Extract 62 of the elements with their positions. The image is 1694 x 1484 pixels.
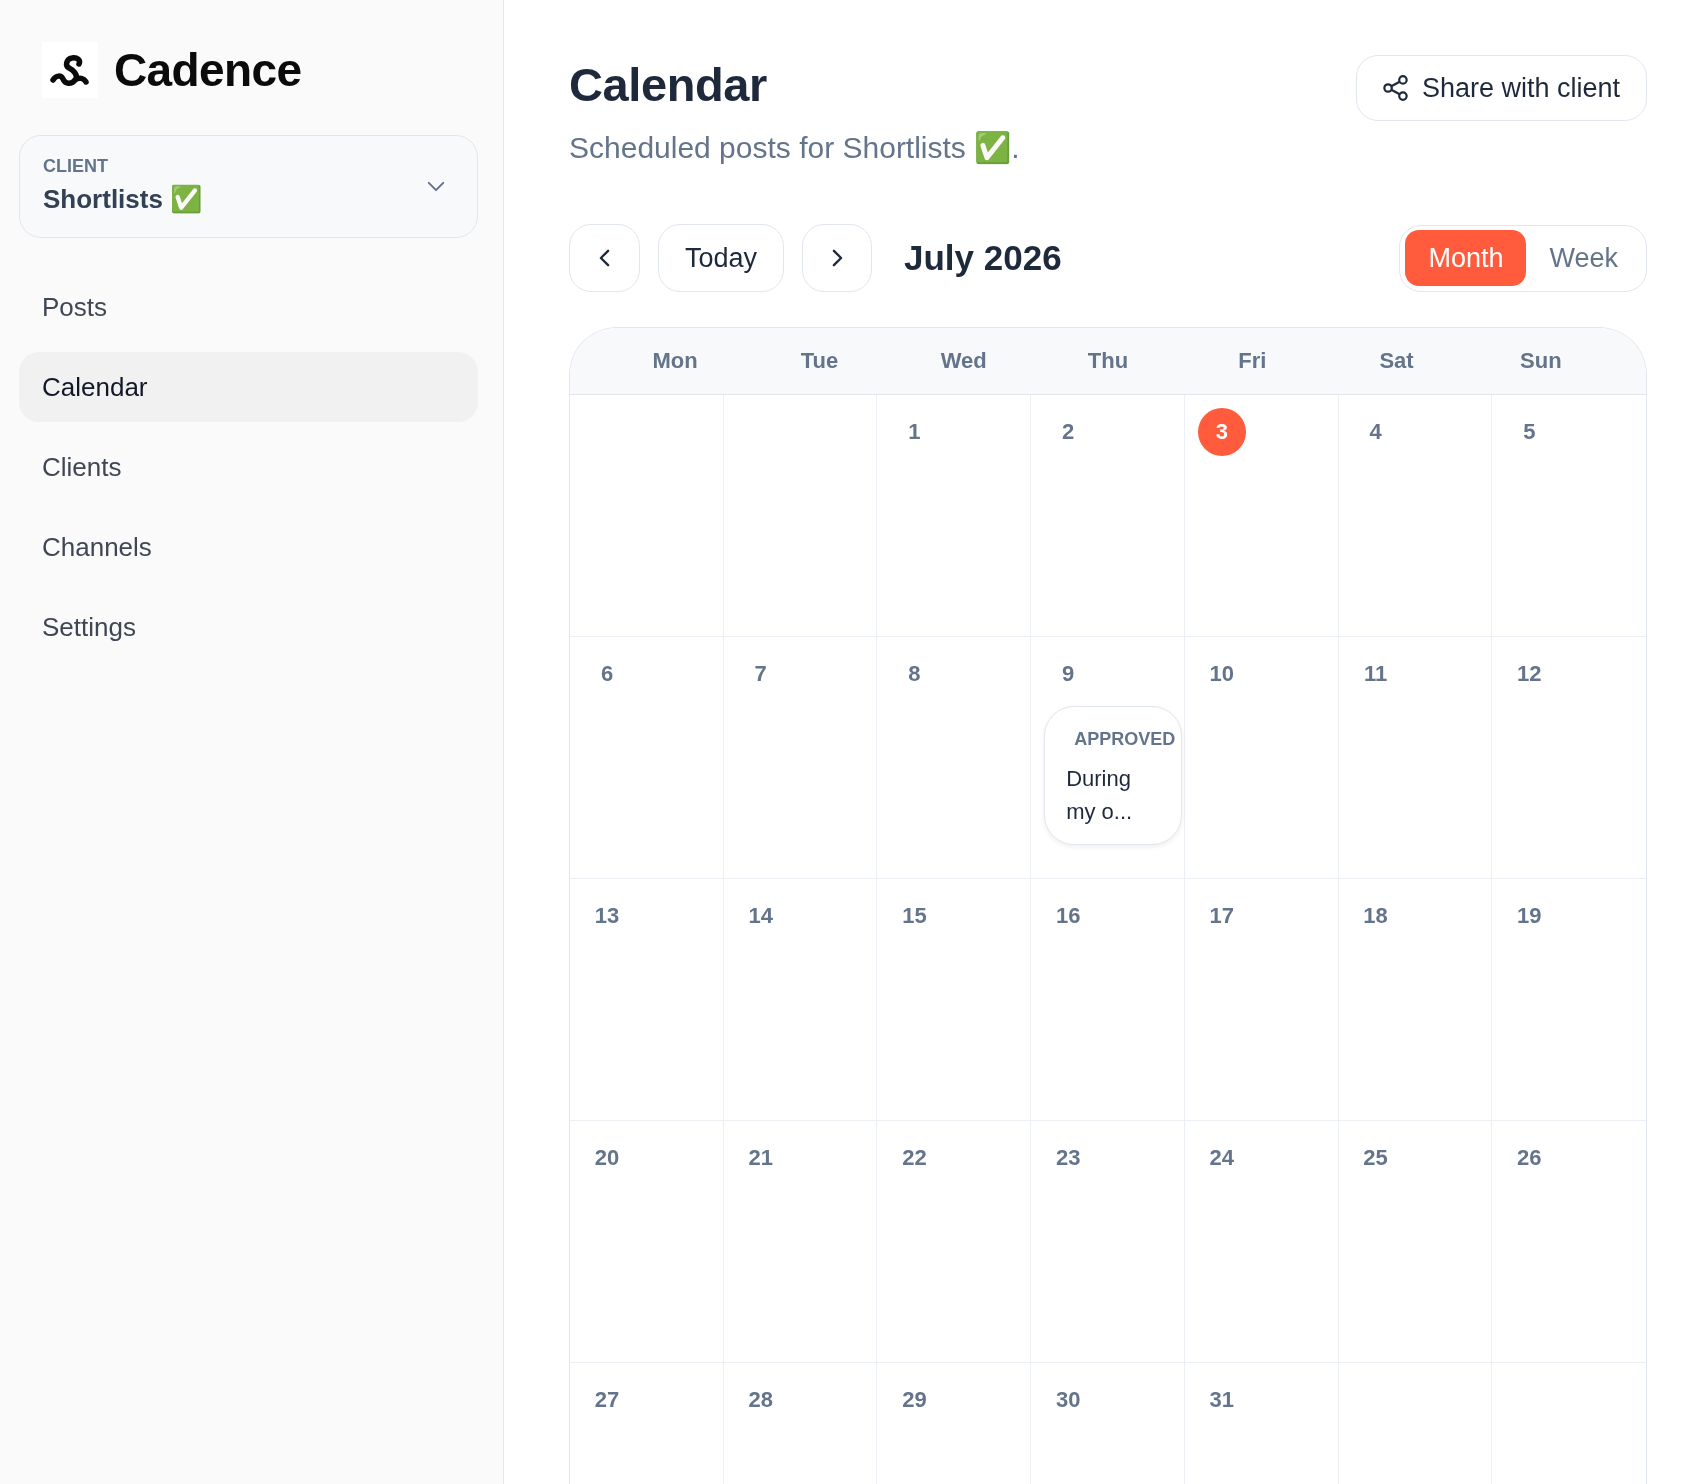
share-icon xyxy=(1382,75,1408,101)
day-number: 21 xyxy=(748,1144,773,1172)
status-label: APPROVED xyxy=(1074,728,1176,750)
day-number: 15 xyxy=(902,902,927,930)
day-number: 22 xyxy=(902,1144,927,1172)
page-title: Calendar xyxy=(569,57,767,113)
next-button[interactable] xyxy=(802,224,872,292)
day-number: 8 xyxy=(908,660,921,688)
day-number: 30 xyxy=(1055,1386,1081,1414)
day-number: 29 xyxy=(902,1386,927,1414)
day-number: 11 xyxy=(1363,660,1388,688)
weekday-label: Tue xyxy=(800,347,839,375)
day-number: 10 xyxy=(1209,660,1235,688)
day-number: 9 xyxy=(1062,660,1075,688)
day-number: 19 xyxy=(1517,902,1542,930)
chevron-left-icon xyxy=(599,249,610,267)
day-number: 12 xyxy=(1517,660,1542,688)
day-number: 6 xyxy=(600,660,614,688)
weekday-label: Sat xyxy=(1379,347,1414,375)
share-button[interactable]: Share with client xyxy=(1355,55,1647,121)
previous-button[interactable] xyxy=(569,224,640,292)
day-number: 4 xyxy=(1369,418,1382,446)
day-number: 28 xyxy=(748,1386,773,1414)
nav-item[interactable]: Channels xyxy=(19,512,478,582)
selected-client: Shortlists ✅ xyxy=(43,183,203,215)
weekday-label: Fri xyxy=(1238,347,1267,375)
page-subtitle: Scheduled posts for Shortlists ✅. xyxy=(569,130,1020,166)
weekday-label: Mon xyxy=(652,347,698,375)
today-button[interactable]: Today xyxy=(658,224,784,292)
day-number: 1 xyxy=(908,418,921,446)
day-number: 27 xyxy=(594,1386,620,1414)
day-number: 17 xyxy=(1209,902,1235,930)
nav-item[interactable]: Posts xyxy=(19,272,478,342)
post-card[interactable]: APPROVED During my o... xyxy=(1044,706,1183,845)
day-number: 26 xyxy=(1517,1144,1542,1172)
weekday-label: Sun xyxy=(1520,347,1562,375)
day-number: 13 xyxy=(594,902,620,930)
day-number: 3 xyxy=(1197,408,1246,456)
weekday-label: Thu xyxy=(1087,347,1129,375)
brand-name: Cadence xyxy=(114,43,302,98)
day-number: 16 xyxy=(1055,902,1081,930)
field-label: CLIENT xyxy=(43,155,108,177)
day-number: 23 xyxy=(1055,1144,1081,1172)
day-number: 7 xyxy=(754,660,767,688)
day-number: 18 xyxy=(1363,902,1388,930)
view-tab[interactable]: Week xyxy=(1526,230,1641,286)
nav-item[interactable]: Calendar xyxy=(19,352,478,422)
weekday-label: Wed xyxy=(940,347,987,375)
day-number: 31 xyxy=(1209,1386,1235,1414)
day-number: 5 xyxy=(1523,418,1536,446)
day-number: 24 xyxy=(1209,1144,1235,1172)
month-label: July 2026 xyxy=(904,237,1062,279)
chevron-right-icon xyxy=(831,249,843,267)
day-number: 25 xyxy=(1363,1144,1388,1172)
nav-item[interactable]: Settings xyxy=(19,592,478,662)
post-excerpt: During my o... xyxy=(1066,765,1134,826)
client-select[interactable]: CLIENT Shortlists ✅ xyxy=(19,135,478,238)
day-number: 20 xyxy=(594,1144,620,1172)
day-number: 2 xyxy=(1062,418,1075,446)
day-number: 14 xyxy=(748,902,773,930)
nav-item[interactable]: Clients xyxy=(19,432,478,502)
chevron-down-icon xyxy=(427,181,445,192)
